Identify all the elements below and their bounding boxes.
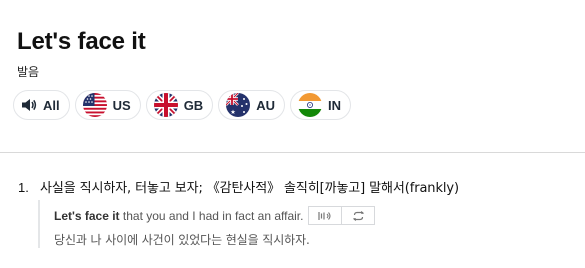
accent-label-au: AU <box>256 97 275 113</box>
pronunciation-label: 발음 <box>17 65 40 79</box>
example-listen-button[interactable] <box>309 207 341 224</box>
speaker-icon <box>21 98 37 112</box>
example-sentence: Let's face it that you and I had in fact… <box>54 206 376 225</box>
in-flag-icon <box>297 93 322 117</box>
gb-flag-icon <box>153 93 178 117</box>
example-audio-controls <box>308 206 376 225</box>
definition-text: 사실을 직시하자, 터놓고 보자; 《감탄사적》 솔직히[까놓고] 말해서(fr… <box>40 181 459 196</box>
accent-us-button[interactable]: US <box>74 90 141 120</box>
entry-title: Let's face it <box>17 28 146 55</box>
example-repeat-button[interactable] <box>341 207 374 224</box>
accent-gb-button[interactable]: GB <box>145 90 214 120</box>
accent-selector: All US GB AU IN <box>13 90 351 120</box>
listen-icon <box>318 211 332 220</box>
accent-label-all: All <box>43 97 60 113</box>
accent-au-button[interactable]: AU <box>218 90 285 120</box>
repeat-icon <box>353 210 364 221</box>
accent-label-in: IN <box>327 97 341 113</box>
definition-item: 1. 사실을 직시하자, 터놓고 보자; 《감탄사적》 솔직히[까놓고] 말해서… <box>18 177 459 196</box>
example-phrase: Let's face it <box>54 208 120 223</box>
accent-label-us: US <box>112 97 131 113</box>
definition-number: 1. <box>18 180 29 195</box>
au-flag-icon <box>226 93 251 117</box>
example-sentence-rest: that you and I had in fact an affair. <box>119 208 304 223</box>
example-quote-bar <box>38 200 40 248</box>
accent-in-button[interactable]: IN <box>289 90 351 120</box>
accent-label-gb: GB <box>183 97 204 113</box>
us-flag-icon <box>82 93 107 117</box>
dictionary-entry-page: Let's face it 발음 All US GB AU IN 1. 사실을 … <box>0 0 585 268</box>
section-divider <box>0 152 585 153</box>
accent-all-button[interactable]: All <box>13 90 70 120</box>
example-translation: 당신과 나 사이에 사건이 있었다는 현실을 직시하자. <box>54 233 310 247</box>
